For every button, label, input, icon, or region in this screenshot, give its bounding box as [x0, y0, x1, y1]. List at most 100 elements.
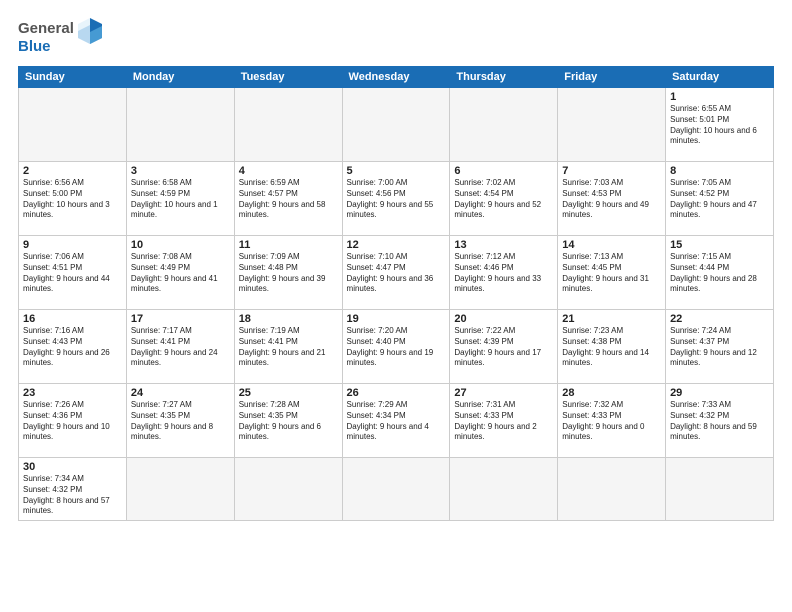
calendar-cell — [558, 88, 666, 162]
day-number: 1 — [670, 91, 769, 103]
day-number: 5 — [347, 165, 446, 177]
calendar-cell: 27Sunrise: 7:31 AM Sunset: 4:33 PM Dayli… — [450, 384, 558, 458]
day-number: 23 — [23, 387, 122, 399]
calendar-cell — [234, 88, 342, 162]
calendar-cell: 13Sunrise: 7:12 AM Sunset: 4:46 PM Dayli… — [450, 236, 558, 310]
calendar-cell — [19, 88, 127, 162]
calendar-cell — [126, 458, 234, 521]
svg-text:Blue: Blue — [18, 38, 51, 55]
day-info: Sunrise: 7:00 AM Sunset: 4:56 PM Dayligh… — [347, 178, 446, 221]
calendar-cell — [126, 88, 234, 162]
day-number: 3 — [131, 165, 230, 177]
day-number: 10 — [131, 239, 230, 251]
day-info: Sunrise: 7:33 AM Sunset: 4:32 PM Dayligh… — [670, 400, 769, 443]
day-info: Sunrise: 6:59 AM Sunset: 4:57 PM Dayligh… — [239, 178, 338, 221]
day-number: 20 — [454, 313, 553, 325]
day-number: 6 — [454, 165, 553, 177]
calendar-cell: 2Sunrise: 6:56 AM Sunset: 5:00 PM Daylig… — [19, 162, 127, 236]
day-number: 16 — [23, 313, 122, 325]
calendar-cell — [558, 458, 666, 521]
calendar-week-row: 1Sunrise: 6:55 AM Sunset: 5:01 PM Daylig… — [19, 88, 774, 162]
day-number: 28 — [562, 387, 661, 399]
calendar-week-row: 30Sunrise: 7:34 AM Sunset: 4:32 PM Dayli… — [19, 458, 774, 521]
calendar-cell: 8Sunrise: 7:05 AM Sunset: 4:52 PM Daylig… — [666, 162, 774, 236]
day-info: Sunrise: 6:55 AM Sunset: 5:01 PM Dayligh… — [670, 104, 769, 147]
calendar-header-monday: Monday — [126, 67, 234, 88]
calendar-week-row: 23Sunrise: 7:26 AM Sunset: 4:36 PM Dayli… — [19, 384, 774, 458]
calendar-cell: 6Sunrise: 7:02 AM Sunset: 4:54 PM Daylig… — [450, 162, 558, 236]
day-info: Sunrise: 7:08 AM Sunset: 4:49 PM Dayligh… — [131, 252, 230, 295]
calendar-header-wednesday: Wednesday — [342, 67, 450, 88]
day-number: 7 — [562, 165, 661, 177]
day-number: 12 — [347, 239, 446, 251]
calendar-header-tuesday: Tuesday — [234, 67, 342, 88]
day-info: Sunrise: 7:02 AM Sunset: 4:54 PM Dayligh… — [454, 178, 553, 221]
calendar-cell: 22Sunrise: 7:24 AM Sunset: 4:37 PM Dayli… — [666, 310, 774, 384]
calendar-cell: 10Sunrise: 7:08 AM Sunset: 4:49 PM Dayli… — [126, 236, 234, 310]
calendar-cell — [342, 458, 450, 521]
calendar-cell: 18Sunrise: 7:19 AM Sunset: 4:41 PM Dayli… — [234, 310, 342, 384]
day-number: 18 — [239, 313, 338, 325]
day-info: Sunrise: 7:32 AM Sunset: 4:33 PM Dayligh… — [562, 400, 661, 443]
calendar-cell: 23Sunrise: 7:26 AM Sunset: 4:36 PM Dayli… — [19, 384, 127, 458]
day-info: Sunrise: 7:09 AM Sunset: 4:48 PM Dayligh… — [239, 252, 338, 295]
day-number: 25 — [239, 387, 338, 399]
calendar-cell: 9Sunrise: 7:06 AM Sunset: 4:51 PM Daylig… — [19, 236, 127, 310]
day-info: Sunrise: 7:13 AM Sunset: 4:45 PM Dayligh… — [562, 252, 661, 295]
day-info: Sunrise: 7:22 AM Sunset: 4:39 PM Dayligh… — [454, 326, 553, 369]
calendar-cell: 5Sunrise: 7:00 AM Sunset: 4:56 PM Daylig… — [342, 162, 450, 236]
day-number: 17 — [131, 313, 230, 325]
calendar-week-row: 16Sunrise: 7:16 AM Sunset: 4:43 PM Dayli… — [19, 310, 774, 384]
calendar-cell: 20Sunrise: 7:22 AM Sunset: 4:39 PM Dayli… — [450, 310, 558, 384]
day-info: Sunrise: 7:26 AM Sunset: 4:36 PM Dayligh… — [23, 400, 122, 443]
calendar-cell: 17Sunrise: 7:17 AM Sunset: 4:41 PM Dayli… — [126, 310, 234, 384]
calendar-cell — [450, 458, 558, 521]
day-number: 26 — [347, 387, 446, 399]
calendar-cell: 7Sunrise: 7:03 AM Sunset: 4:53 PM Daylig… — [558, 162, 666, 236]
day-number: 21 — [562, 313, 661, 325]
day-number: 11 — [239, 239, 338, 251]
day-info: Sunrise: 7:27 AM Sunset: 4:35 PM Dayligh… — [131, 400, 230, 443]
calendar-cell: 30Sunrise: 7:34 AM Sunset: 4:32 PM Dayli… — [19, 458, 127, 521]
calendar-cell: 14Sunrise: 7:13 AM Sunset: 4:45 PM Dayli… — [558, 236, 666, 310]
day-number: 15 — [670, 239, 769, 251]
day-number: 22 — [670, 313, 769, 325]
day-info: Sunrise: 7:19 AM Sunset: 4:41 PM Dayligh… — [239, 326, 338, 369]
day-info: Sunrise: 7:05 AM Sunset: 4:52 PM Dayligh… — [670, 178, 769, 221]
calendar-header-row: SundayMondayTuesdayWednesdayThursdayFrid… — [19, 67, 774, 88]
calendar-cell: 12Sunrise: 7:10 AM Sunset: 4:47 PM Dayli… — [342, 236, 450, 310]
calendar-cell: 21Sunrise: 7:23 AM Sunset: 4:38 PM Dayli… — [558, 310, 666, 384]
day-info: Sunrise: 7:28 AM Sunset: 4:35 PM Dayligh… — [239, 400, 338, 443]
day-number: 27 — [454, 387, 553, 399]
day-number: 2 — [23, 165, 122, 177]
calendar-cell: 3Sunrise: 6:58 AM Sunset: 4:59 PM Daylig… — [126, 162, 234, 236]
calendar-cell — [342, 88, 450, 162]
calendar-cell: 25Sunrise: 7:28 AM Sunset: 4:35 PM Dayli… — [234, 384, 342, 458]
day-info: Sunrise: 7:17 AM Sunset: 4:41 PM Dayligh… — [131, 326, 230, 369]
calendar-cell: 15Sunrise: 7:15 AM Sunset: 4:44 PM Dayli… — [666, 236, 774, 310]
day-number: 19 — [347, 313, 446, 325]
day-info: Sunrise: 7:12 AM Sunset: 4:46 PM Dayligh… — [454, 252, 553, 295]
calendar-cell — [666, 458, 774, 521]
day-info: Sunrise: 6:58 AM Sunset: 4:59 PM Dayligh… — [131, 178, 230, 221]
calendar-cell: 24Sunrise: 7:27 AM Sunset: 4:35 PM Dayli… — [126, 384, 234, 458]
calendar-cell — [450, 88, 558, 162]
day-number: 4 — [239, 165, 338, 177]
calendar-cell: 16Sunrise: 7:16 AM Sunset: 4:43 PM Dayli… — [19, 310, 127, 384]
day-info: Sunrise: 7:34 AM Sunset: 4:32 PM Dayligh… — [23, 474, 122, 517]
day-info: Sunrise: 7:31 AM Sunset: 4:33 PM Dayligh… — [454, 400, 553, 443]
day-info: Sunrise: 7:06 AM Sunset: 4:51 PM Dayligh… — [23, 252, 122, 295]
day-info: Sunrise: 6:56 AM Sunset: 5:00 PM Dayligh… — [23, 178, 122, 221]
day-number: 29 — [670, 387, 769, 399]
svg-text:General: General — [18, 20, 74, 37]
calendar-cell: 26Sunrise: 7:29 AM Sunset: 4:34 PM Dayli… — [342, 384, 450, 458]
calendar-cell — [234, 458, 342, 521]
calendar-table: SundayMondayTuesdayWednesdayThursdayFrid… — [18, 66, 774, 521]
calendar-header-saturday: Saturday — [666, 67, 774, 88]
day-info: Sunrise: 7:03 AM Sunset: 4:53 PM Dayligh… — [562, 178, 661, 221]
day-info: Sunrise: 7:23 AM Sunset: 4:38 PM Dayligh… — [562, 326, 661, 369]
calendar-header-thursday: Thursday — [450, 67, 558, 88]
calendar-cell: 11Sunrise: 7:09 AM Sunset: 4:48 PM Dayli… — [234, 236, 342, 310]
day-info: Sunrise: 7:15 AM Sunset: 4:44 PM Dayligh… — [670, 252, 769, 295]
day-number: 8 — [670, 165, 769, 177]
